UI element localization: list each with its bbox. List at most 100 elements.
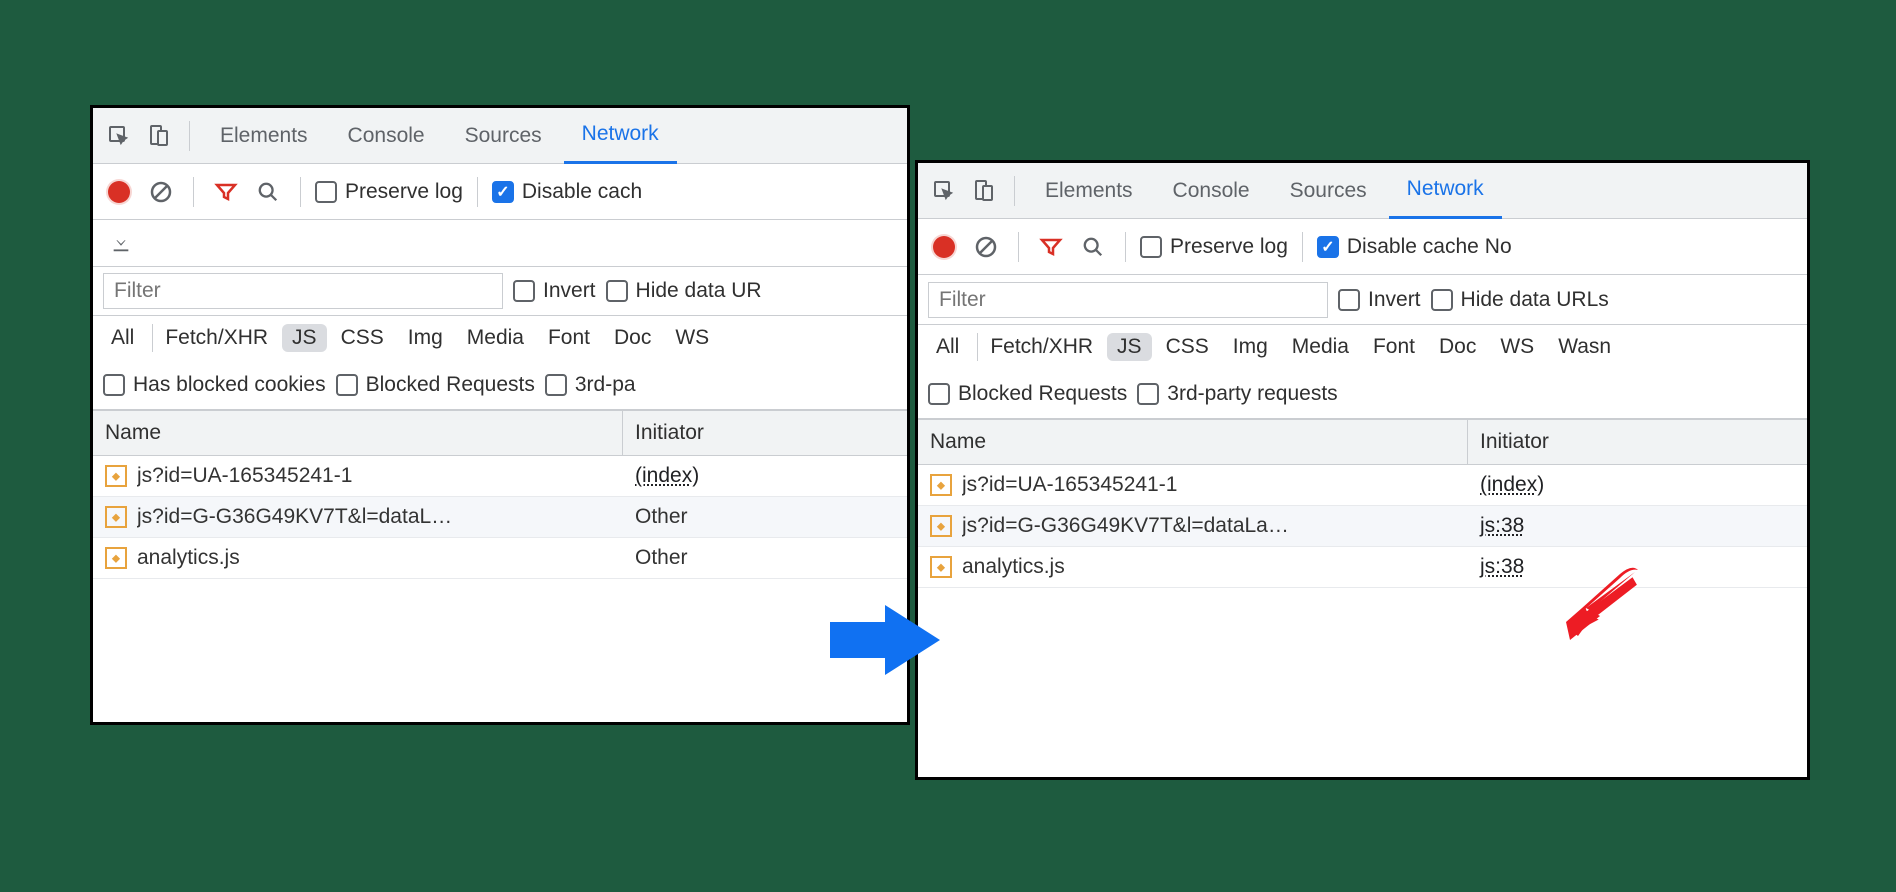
- col-name[interactable]: Name: [93, 411, 623, 455]
- hide-data-urls-checkbox[interactable]: Hide data URLs: [1431, 288, 1609, 312]
- download-row: [93, 220, 907, 266]
- devtools-panel-before: Elements Console Sources Network Preserv…: [90, 105, 910, 725]
- chip-media[interactable]: Media: [1282, 333, 1359, 361]
- filter-input[interactable]: [103, 273, 503, 309]
- disable-cache-checkbox[interactable]: Disable cach: [492, 180, 642, 204]
- tab-console[interactable]: Console: [1155, 163, 1268, 219]
- chip-js[interactable]: JS: [1107, 333, 1152, 361]
- invert-checkbox[interactable]: Invert: [1338, 288, 1421, 312]
- tab-network[interactable]: Network: [1389, 163, 1502, 219]
- filter-row: Invert Hide data URLs: [918, 275, 1807, 325]
- filter-input[interactable]: [928, 282, 1328, 318]
- device-toolbar-icon[interactable]: [966, 173, 1002, 209]
- record-button[interactable]: [926, 229, 962, 265]
- request-name: js?id=UA-165345241-1: [137, 464, 352, 488]
- tab-sources[interactable]: Sources: [447, 108, 560, 164]
- third-party-checkbox[interactable]: 3rd-pa: [545, 373, 636, 397]
- extra-options-row: Has blocked cookies Blocked Requests 3rd…: [93, 360, 907, 410]
- third-party-checkbox[interactable]: 3rd-party requests: [1137, 382, 1337, 406]
- separator: [193, 177, 194, 207]
- table-row[interactable]: analytics.jsjs:38: [918, 547, 1807, 588]
- inspect-element-icon[interactable]: [926, 173, 962, 209]
- table-row[interactable]: analytics.jsOther: [93, 538, 907, 579]
- download-icon[interactable]: [103, 225, 139, 261]
- request-name: js?id=G-G36G49KV7T&l=dataL…: [137, 505, 452, 529]
- inspect-element-icon[interactable]: [101, 118, 137, 154]
- separator: [300, 177, 301, 207]
- chip-font[interactable]: Font: [1363, 333, 1425, 361]
- col-name[interactable]: Name: [918, 420, 1468, 464]
- truncated-text: No: [1485, 235, 1512, 259]
- disable-cache-checkbox[interactable]: Disable cache: [1317, 235, 1479, 259]
- tab-console[interactable]: Console: [330, 108, 443, 164]
- chip-wasm[interactable]: Wasn: [1548, 333, 1621, 361]
- red-arrow-annotation: [1560, 560, 1650, 650]
- initiator-value[interactable]: (index): [1480, 473, 1544, 497]
- separator: [189, 121, 190, 151]
- request-name: js?id=UA-165345241-1: [962, 473, 1177, 497]
- record-button[interactable]: [101, 174, 137, 210]
- tab-sources[interactable]: Sources: [1272, 163, 1385, 219]
- chip-fetch-xhr[interactable]: Fetch/XHR: [977, 333, 1103, 361]
- chip-css[interactable]: CSS: [1156, 333, 1219, 361]
- chip-media[interactable]: Media: [457, 324, 534, 352]
- blocked-requests-checkbox[interactable]: Blocked Requests: [336, 373, 535, 397]
- cell-name: analytics.js: [93, 538, 623, 578]
- chip-ws[interactable]: WS: [1490, 333, 1544, 361]
- blocked-requests-checkbox[interactable]: Blocked Requests: [928, 382, 1127, 406]
- extra-options-row: Blocked Requests 3rd-party requests: [918, 369, 1807, 419]
- filter-icon[interactable]: [208, 174, 244, 210]
- separator: [1302, 232, 1303, 262]
- clear-icon[interactable]: [143, 174, 179, 210]
- separator: [1125, 232, 1126, 262]
- preserve-log-checkbox[interactable]: Preserve log: [1140, 235, 1288, 259]
- cell-name: js?id=G-G36G49KV7T&l=dataLa…: [918, 506, 1468, 546]
- table-row[interactable]: js?id=G-G36G49KV7T&l=dataL… Other: [93, 497, 907, 538]
- chip-js[interactable]: JS: [282, 324, 327, 352]
- initiator-value[interactable]: (index): [635, 464, 699, 488]
- cell-initiator: Other: [623, 497, 907, 537]
- hide-data-urls-checkbox[interactable]: Hide data UR: [606, 279, 762, 303]
- chip-font[interactable]: Font: [538, 324, 600, 352]
- table-row[interactable]: js?id=UA-165345241-1 (index): [918, 465, 1807, 506]
- has-blocked-cookies-checkbox[interactable]: Has blocked cookies: [103, 373, 326, 397]
- separator: [1014, 176, 1015, 206]
- js-file-icon: [930, 515, 952, 537]
- preserve-log-checkbox[interactable]: Preserve log: [315, 180, 463, 204]
- initiator-value: Other: [635, 505, 688, 529]
- tab-elements[interactable]: Elements: [1027, 163, 1151, 219]
- separator: [1018, 232, 1019, 262]
- cell-initiator: (index): [623, 456, 907, 496]
- cell-initiator: (index): [1468, 465, 1807, 505]
- chip-img[interactable]: Img: [398, 324, 453, 352]
- initiator-value[interactable]: js:38: [1480, 514, 1524, 538]
- col-initiator[interactable]: Initiator: [1468, 420, 1807, 464]
- network-toolbar: Preserve log Disable cach: [93, 164, 907, 220]
- chip-doc[interactable]: Doc: [604, 324, 661, 352]
- devtools-panel-after: Elements Console Sources Network Preserv…: [915, 160, 1810, 780]
- search-icon[interactable]: [250, 174, 286, 210]
- table-row[interactable]: js?id=UA-165345241-1 (index): [93, 456, 907, 497]
- network-toolbar: Preserve log Disable cache No: [918, 219, 1807, 275]
- tab-elements[interactable]: Elements: [202, 108, 326, 164]
- tab-network[interactable]: Network: [564, 108, 677, 164]
- search-icon[interactable]: [1075, 229, 1111, 265]
- col-initiator[interactable]: Initiator: [623, 411, 907, 455]
- cell-initiator: js:38: [1468, 506, 1807, 546]
- clear-icon[interactable]: [968, 229, 1004, 265]
- table-row[interactable]: js?id=G-G36G49KV7T&l=dataLa… js:38: [918, 506, 1807, 547]
- filter-icon[interactable]: [1033, 229, 1069, 265]
- invert-checkbox[interactable]: Invert: [513, 279, 596, 303]
- initiator-value[interactable]: js:38: [1480, 555, 1524, 579]
- chip-fetch-xhr[interactable]: Fetch/XHR: [152, 324, 278, 352]
- network-table: Name Initiator js?id=UA-165345241-1 (inde…: [918, 419, 1807, 588]
- filter-row: Invert Hide data UR: [93, 266, 907, 316]
- chip-all[interactable]: All: [101, 324, 144, 352]
- device-toolbar-icon[interactable]: [141, 118, 177, 154]
- js-file-icon: [105, 547, 127, 569]
- chip-css[interactable]: CSS: [331, 324, 394, 352]
- chip-img[interactable]: Img: [1223, 333, 1278, 361]
- chip-all[interactable]: All: [926, 333, 969, 361]
- chip-doc[interactable]: Doc: [1429, 333, 1486, 361]
- chip-ws[interactable]: WS: [665, 324, 719, 352]
